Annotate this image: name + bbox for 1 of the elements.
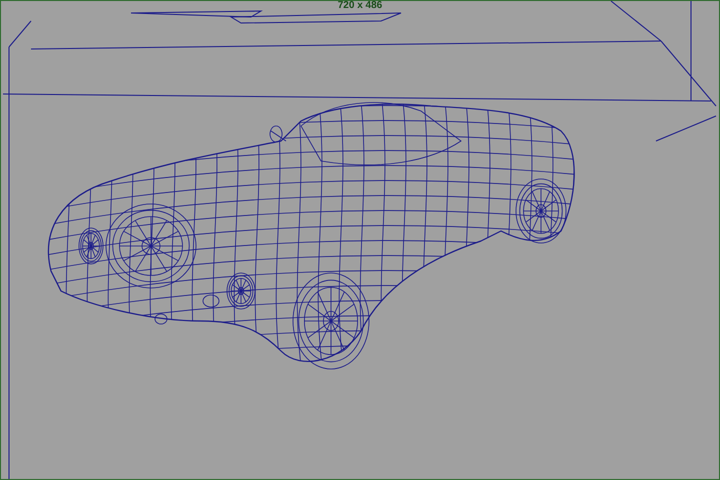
resolution-label: 720 x 486 <box>336 1 384 11</box>
